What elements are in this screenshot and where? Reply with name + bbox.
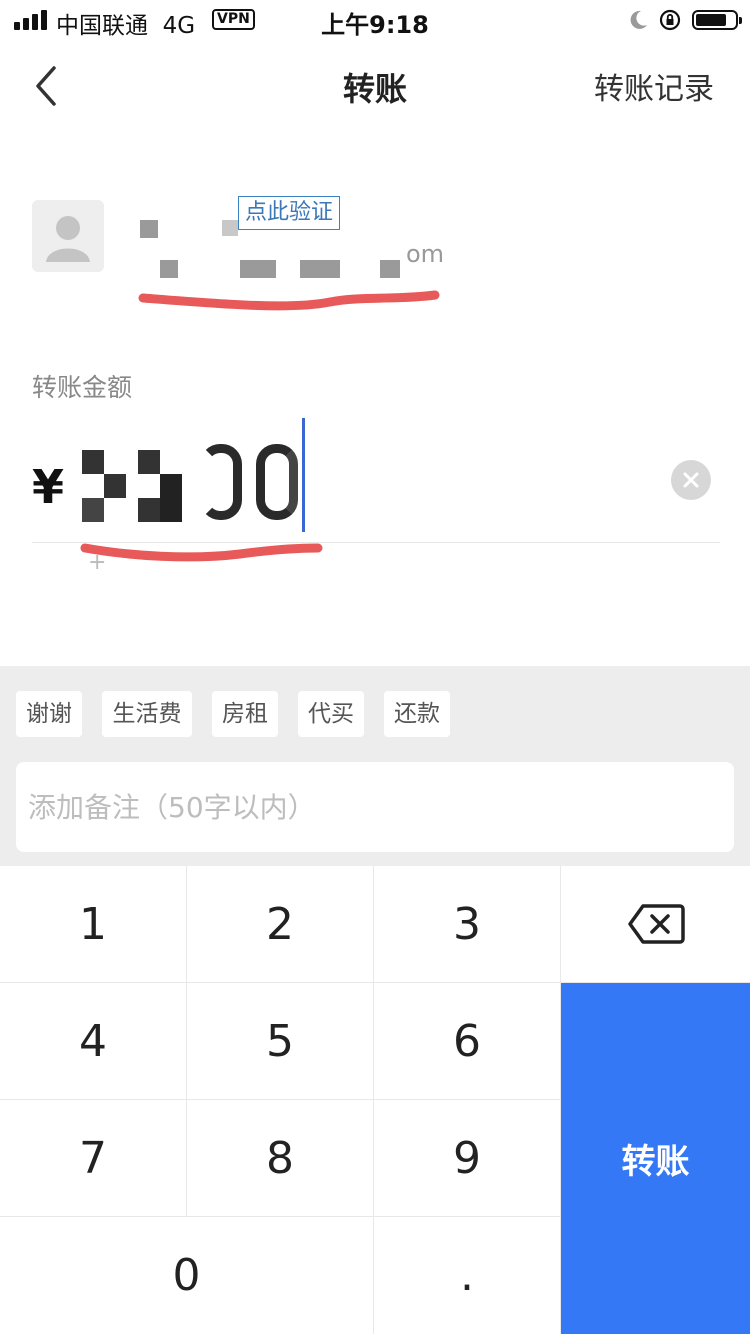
text-caret (302, 418, 305, 532)
backspace-icon (627, 904, 685, 944)
key-6[interactable]: 6 (374, 983, 561, 1100)
remark-area: 谢谢 生活费 房租 代买 还款 (0, 666, 750, 866)
orientation-lock-icon (659, 9, 681, 31)
transfer-history-link[interactable]: 转账记录 (594, 64, 714, 108)
key-0[interactable]: 0 (0, 1217, 374, 1334)
battery-icon (692, 10, 742, 30)
quick-remark-chip[interactable]: 生活费 (102, 691, 192, 737)
quick-remark-chip[interactable]: 谢谢 (16, 691, 82, 737)
amount-input-redacted[interactable] (78, 440, 304, 524)
key-decimal[interactable]: . (374, 1217, 561, 1334)
key-7[interactable]: 7 (0, 1100, 187, 1217)
key-8[interactable]: 8 (187, 1100, 374, 1217)
plus-hint: + (88, 550, 107, 575)
quick-remark-chip[interactable]: 代买 (298, 691, 364, 737)
key-3[interactable]: 3 (374, 866, 561, 983)
avatar-placeholder-icon (32, 200, 104, 272)
key-4[interactable]: 4 (0, 983, 187, 1100)
account-suffix: om (406, 240, 445, 268)
nav-bar: 转账 转账记录 (0, 44, 750, 124)
status-bar: 中国联通 4G VPN 上午9:18 (0, 0, 750, 44)
key-5[interactable]: 5 (187, 983, 374, 1100)
currency-symbol: ¥ (32, 460, 65, 514)
amount-label: 转账金额 (32, 373, 133, 402)
key-2[interactable]: 2 (187, 866, 374, 983)
verify-link[interactable]: 点此验证 (238, 196, 341, 230)
amount-divider (32, 542, 720, 543)
numeric-keypad: 1 2 3 4 5 6 7 8 9 0 . 转账 (0, 866, 750, 1334)
quick-remark-chip[interactable]: 还款 (384, 691, 450, 737)
backspace-key[interactable] (561, 866, 750, 983)
key-9[interactable]: 9 (374, 1100, 561, 1217)
key-1[interactable]: 1 (0, 866, 187, 983)
remark-input[interactable] (16, 762, 734, 852)
moon-icon (630, 10, 647, 29)
submit-transfer-button[interactable]: 转账 (561, 983, 750, 1334)
quick-remark-chip[interactable]: 房租 (212, 691, 278, 737)
clear-icon[interactable] (671, 460, 711, 500)
